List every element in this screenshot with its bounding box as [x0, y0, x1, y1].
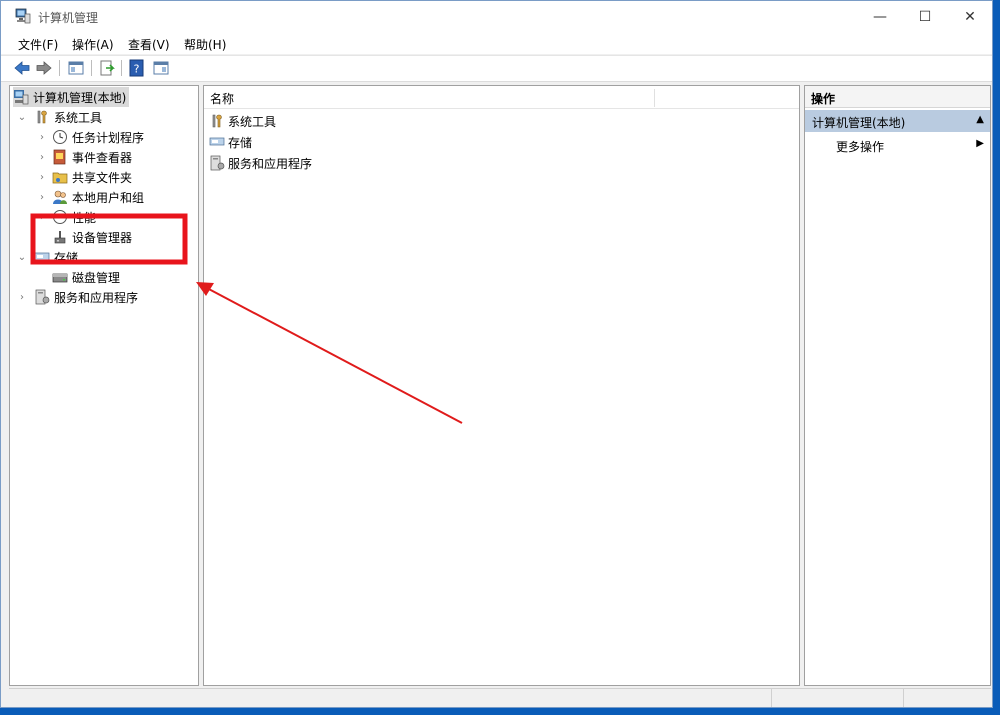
toolbar-separator — [91, 60, 92, 76]
actions-header-label: 操作 — [811, 92, 836, 106]
device-manager-icon — [54, 231, 66, 244]
tree-item-shared-folders[interactable]: › 共享文件夹 — [36, 167, 132, 187]
chevron-right-icon[interactable]: › — [36, 172, 48, 183]
tree-item-label: 事件查看器 — [72, 150, 133, 165]
tree-item-label: 本地用户和组 — [72, 190, 145, 205]
actions-header: 操作 — [805, 86, 990, 108]
tools-icon — [37, 110, 47, 124]
more-actions-item[interactable]: 更多操作 ▶ — [805, 134, 990, 156]
status-cell — [903, 689, 992, 707]
actions-section-label: 计算机管理(本地) — [812, 116, 906, 130]
actions-section[interactable]: 计算机管理(本地) ▲ — [805, 110, 990, 132]
users-icon — [53, 190, 67, 204]
computer-management-icon — [15, 8, 31, 24]
tree-item-disk-management[interactable]: 磁盘管理 — [52, 267, 120, 287]
column-header-name[interactable]: 名称 — [210, 90, 234, 107]
menu-action[interactable]: 操作(A) — [72, 36, 114, 53]
computer-management-icon — [14, 90, 29, 105]
menu-file[interactable]: 文件(F) — [18, 36, 58, 53]
tree-item-performance[interactable]: › 性能 — [36, 207, 96, 227]
collapse-up-icon[interactable]: ▲ — [976, 114, 984, 125]
minimize-button[interactable]: — — [857, 1, 903, 32]
menu-view[interactable]: 查看(V) — [128, 36, 170, 53]
tree-item-system-tools[interactable]: ⌄ 系统工具 — [16, 107, 102, 127]
window-title: 计算机管理 — [38, 11, 99, 25]
list-item[interactable]: 系统工具 — [209, 111, 276, 131]
storage-icon — [209, 137, 225, 146]
forward-icon[interactable] — [35, 59, 53, 77]
help-icon[interactable]: ? — [128, 59, 146, 77]
tree-item-label: 系统工具 — [54, 110, 103, 125]
menu-help[interactable]: 帮助(H) — [184, 36, 226, 53]
clock-icon — [53, 130, 67, 144]
storage-icon — [34, 252, 50, 261]
chevron-down-icon[interactable]: ⌄ — [16, 252, 28, 263]
more-actions-label: 更多操作 — [836, 140, 885, 154]
tree-root[interactable]: 计算机管理(本地) — [13, 87, 130, 107]
tree-item-device-manager[interactable]: 设备管理器 — [52, 227, 132, 247]
tree-item-local-users[interactable]: › 本地用户和组 — [36, 187, 144, 207]
tree-item-label: 存储 — [54, 250, 79, 265]
list-header: 名称 — [204, 86, 799, 109]
chevron-right-icon[interactable]: › — [36, 152, 48, 163]
performance-icon — [53, 210, 67, 224]
back-icon[interactable] — [13, 59, 31, 77]
show-hide-tree-icon[interactable] — [67, 59, 85, 77]
tree-item-label: 设备管理器 — [72, 230, 133, 245]
list-item[interactable]: 服务和应用程序 — [209, 153, 312, 173]
toolbar-separator — [121, 60, 122, 76]
event-viewer-icon — [53, 149, 66, 165]
chevron-right-icon[interactable]: › — [16, 292, 28, 303]
list-item-label: 服务和应用程序 — [228, 156, 313, 171]
tree-item-task-scheduler[interactable]: › 任务计划程序 — [36, 127, 144, 147]
tree-item-label: 磁盘管理 — [72, 270, 121, 285]
tools-icon — [212, 114, 222, 128]
chevron-right-icon[interactable]: › — [36, 212, 48, 223]
tree-item-event-viewer[interactable]: › 事件查看器 — [36, 147, 132, 167]
disk-icon — [52, 273, 68, 283]
tree-item-storage[interactable]: ⌄ 存储 — [16, 247, 78, 267]
properties-icon[interactable] — [152, 59, 170, 77]
toolbar-separator — [59, 60, 60, 76]
chevron-down-icon[interactable]: ⌄ — [16, 112, 28, 123]
tree-item-label: 共享文件夹 — [72, 170, 133, 185]
chevron-right-icon[interactable]: ▶ — [976, 138, 984, 149]
list-item[interactable]: 存储 — [209, 132, 252, 152]
chevron-right-icon[interactable]: › — [36, 192, 48, 203]
chevron-right-icon[interactable]: › — [36, 132, 48, 143]
maximize-button[interactable]: ☐ — [902, 1, 948, 32]
tree-item-label: 服务和应用程序 — [54, 290, 139, 305]
tree-item-label: 性能 — [72, 210, 97, 225]
services-icon — [210, 155, 225, 171]
export-list-icon[interactable] — [98, 59, 116, 77]
title-bar: 计算机管理 — ☐ ✕ — [1, 1, 992, 32]
column-divider[interactable] — [654, 89, 655, 107]
status-cell — [771, 689, 904, 707]
list-item-label: 系统工具 — [228, 114, 277, 129]
svg-text:?: ? — [134, 63, 140, 76]
list-item-label: 存储 — [228, 135, 253, 150]
computer-management-window: 计算机管理 — ☐ ✕ 文件(F) 操作(A) 查看(V) 帮助(H) ? 计算… — [0, 0, 993, 708]
shared-folder-icon — [52, 172, 68, 184]
services-icon — [35, 289, 50, 305]
tree-pane: 计算机管理(本地) ⌄ 系统工具 › 任务计划程序 › 事件查看器 › 共享文件… — [9, 85, 199, 686]
tree-item-label: 任务计划程序 — [72, 130, 145, 145]
list-pane: 名称 系统工具 存储 服务和应用程序 — [203, 85, 800, 686]
toolbar: ? — [1, 55, 992, 82]
actions-pane: 操作 计算机管理(本地) ▲ 更多操作 ▶ — [804, 85, 991, 686]
status-bar — [9, 688, 991, 707]
tree-item-services[interactable]: › 服务和应用程序 — [16, 287, 138, 307]
menu-bar: 文件(F) 操作(A) 查看(V) 帮助(H) — [1, 32, 992, 54]
tree-root-label: 计算机管理(本地) — [33, 90, 127, 105]
close-button[interactable]: ✕ — [947, 1, 993, 32]
